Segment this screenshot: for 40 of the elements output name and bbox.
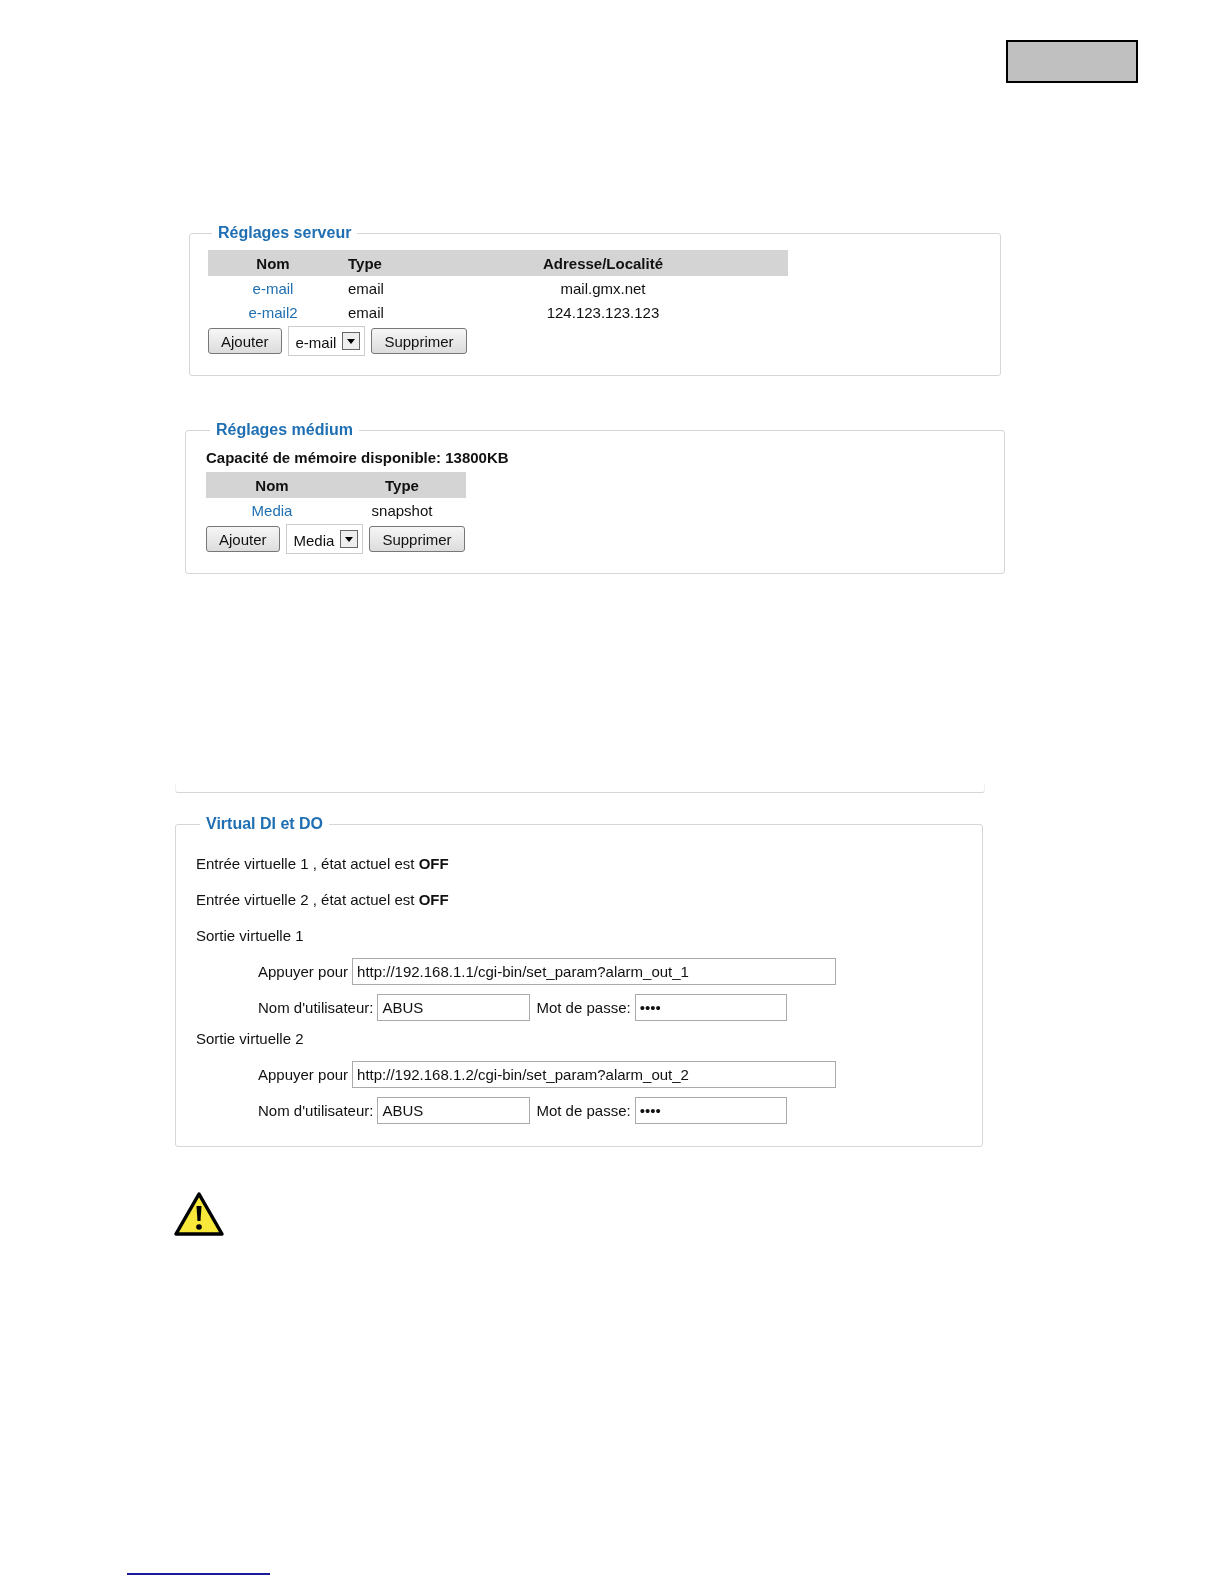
panel-title: Réglages médium — [215, 421, 354, 439]
password-field[interactable]: •••• — [634, 1097, 787, 1124]
delete-button[interactable]: Supprimer — [369, 526, 465, 552]
table-cell-text: email — [347, 302, 385, 323]
output-title: Sortie virtuelle 1 — [196, 927, 305, 944]
field-label: Nom d'utilisateur: — [258, 1102, 374, 1119]
column-header: Type — [338, 250, 418, 276]
column-header: Adresse/Localité — [418, 250, 788, 276]
server-link[interactable]: e-mail2 — [248, 303, 298, 321]
delete-button[interactable]: Supprimer — [371, 328, 467, 354]
field-label: Nom d'utilisateur: — [258, 999, 374, 1016]
url-field[interactable]: http://192.168.1.2/cgi-bin/set_param?alarm_out_2 — [352, 1061, 837, 1088]
panel-title: Virtual DI et DO — [205, 815, 325, 833]
column-header: Nom — [206, 472, 338, 498]
panel-title: Réglages serveur — [217, 224, 353, 242]
media-link[interactable]: Media — [251, 501, 293, 519]
username-field[interactable]: ABUS — [377, 1097, 531, 1124]
table-cell-text: 124.123.123.123 — [545, 302, 661, 323]
column-header: Nom — [208, 250, 338, 276]
type-dropdown[interactable]: Media — [285, 524, 364, 554]
server-link[interactable]: e-mail — [252, 279, 294, 297]
column-header: Type — [338, 472, 466, 498]
type-dropdown[interactable]: e-mail — [287, 326, 366, 356]
table-cell: email — [338, 276, 418, 300]
add-button[interactable]: Ajouter — [206, 526, 280, 552]
input-status-text: Entrée virtuelle 1 , état actuel est OFF — [196, 855, 450, 872]
field-label: Appuyer pour — [258, 963, 349, 980]
password-field[interactable]: •••• — [634, 994, 787, 1021]
add-button[interactable]: Ajouter — [208, 328, 282, 354]
capacity-text: Capacité de mémoire disponible: 13800KB — [206, 449, 510, 466]
output-title: Sortie virtuelle 2 — [196, 1030, 305, 1047]
field-label: Appuyer pour — [258, 1066, 349, 1083]
table-cell: snapshot — [338, 498, 466, 522]
table-cell: mail.gmx.net — [418, 276, 788, 300]
field-label: Mot de passe: — [536, 1102, 631, 1119]
url-field[interactable]: http://192.168.1.1/cgi-bin/set_param?alarm_out_1 — [352, 958, 837, 985]
input-status-text: Entrée virtuelle 2 , état actuel est OFF — [196, 891, 450, 908]
warning-icon — [173, 1191, 225, 1237]
username-field[interactable]: ABUS — [377, 994, 531, 1021]
field-label: Mot de passe: — [536, 999, 631, 1016]
